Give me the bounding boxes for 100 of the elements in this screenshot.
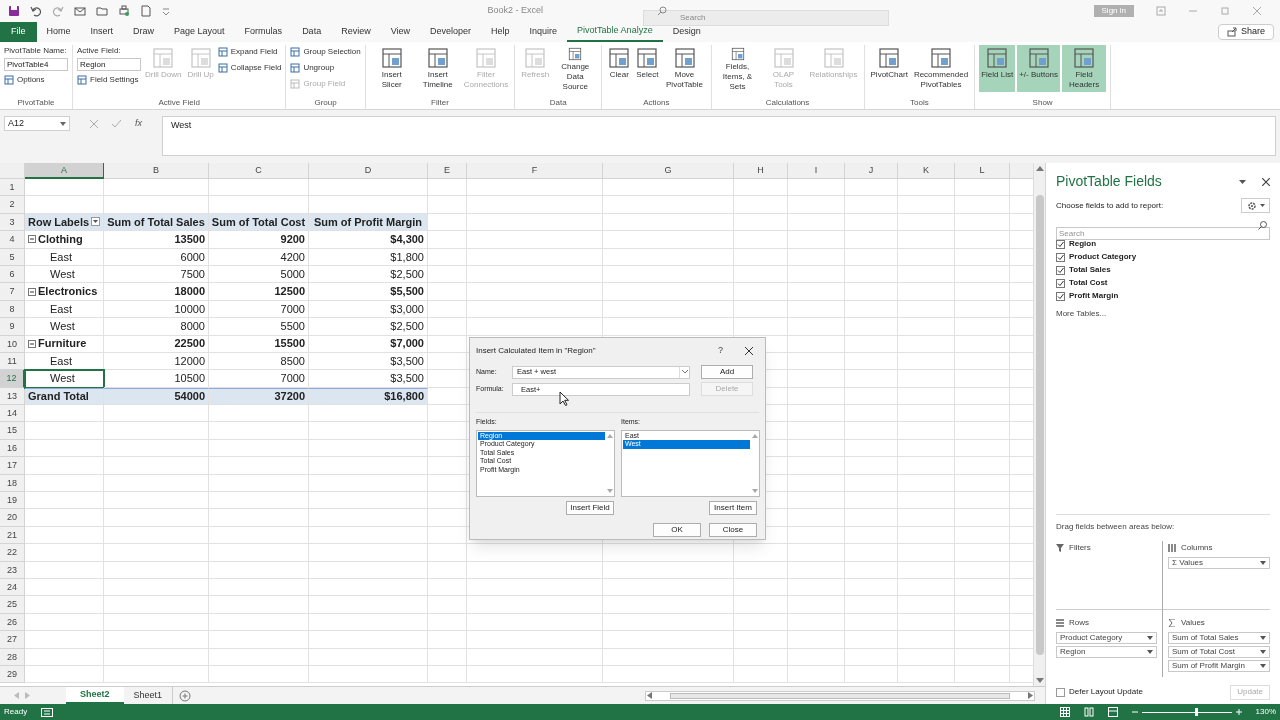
zoom-level[interactable]: 130% <box>1255 706 1276 718</box>
undo-icon[interactable] <box>30 5 42 17</box>
dialog-button[interactable]: Insert Item <box>709 500 757 515</box>
vertical-scrollbar[interactable] <box>1033 163 1045 686</box>
ribbon-tab[interactable]: File <box>0 22 37 42</box>
row-header[interactable]: 7 <box>0 283 25 301</box>
function-button[interactable]: fx <box>135 116 142 131</box>
document-icon[interactable] <box>140 5 152 17</box>
zoom-in-icon[interactable] <box>1235 708 1242 716</box>
name-box[interactable]: A12 <box>4 116 70 131</box>
column-header[interactable]: B <box>104 163 209 179</box>
printer-icon[interactable] <box>118 5 130 17</box>
input-field[interactable]: PivotTable4 <box>4 58 68 71</box>
collapse-icon[interactable] <box>28 339 36 348</box>
dialog-button[interactable]: Insert Field <box>566 500 614 515</box>
ribbon-button[interactable]: +/- Buttons <box>1017 45 1061 92</box>
ribbon-button[interactable]: Fields, Items, & Sets <box>715 45 760 92</box>
zoom-out-icon[interactable] <box>1131 708 1138 716</box>
column-header[interactable]: A <box>25 163 104 179</box>
ribbon-tab[interactable]: Developer <box>420 22 482 42</box>
search-field[interactable]: Search <box>643 9 889 26</box>
row-header[interactable]: 14 <box>0 405 25 423</box>
column-header[interactable]: H <box>734 163 788 179</box>
row-header[interactable]: 27 <box>0 631 25 649</box>
search-field[interactable]: Search <box>1056 227 1270 240</box>
cancel-icon[interactable] <box>90 119 98 128</box>
close-icon[interactable] <box>745 347 753 355</box>
caret-icon[interactable] <box>1239 179 1246 184</box>
horizontal-scrollbar[interactable] <box>645 690 1035 701</box>
ribbon-button[interactable]: Change Data Source <box>553 45 598 92</box>
row-header[interactable]: 20 <box>0 509 25 527</box>
ribbon-tab[interactable]: Review <box>331 22 381 42</box>
ribbon-button[interactable]: Ungroup <box>290 61 361 75</box>
zoom-slider[interactable] <box>1141 708 1232 716</box>
share-button[interactable]: Share <box>1217 24 1274 40</box>
page-layout-icon[interactable] <box>1083 707 1094 717</box>
ribbon-tab[interactable]: Page Layout <box>164 22 235 42</box>
input-field[interactable]: Region <box>77 58 141 71</box>
column-header[interactable]: L <box>955 163 1010 179</box>
customize-caret-icon[interactable] <box>162 5 170 17</box>
filter-dropdown-icon[interactable] <box>91 217 100 227</box>
check-icon[interactable] <box>112 119 121 128</box>
ribbon-tab[interactable]: Formulas <box>234 22 293 42</box>
ribbon-tab[interactable]: Inquire <box>519 22 568 42</box>
ribbon-tab[interactable]: View <box>380 22 420 42</box>
dialog-button[interactable]: OK <box>653 522 701 537</box>
area-field[interactable]: Sum of Total Sales <box>1168 632 1270 644</box>
scroll-thumb[interactable] <box>1035 194 1044 655</box>
scroll-up-icon[interactable] <box>1035 165 1044 171</box>
area-field[interactable]: Sum of Profit Margin <box>1168 660 1270 672</box>
scroll-down-icon[interactable] <box>751 488 758 493</box>
folder-icon[interactable] <box>96 5 108 17</box>
checkbox[interactable] <box>1056 687 1065 697</box>
help-button[interactable]: ? <box>718 344 723 358</box>
settings-button[interactable] <box>1241 198 1270 213</box>
macro-recording-icon[interactable] <box>41 707 54 717</box>
ribbon-button[interactable]: Group Selection <box>290 45 361 59</box>
row-header[interactable]: 4 <box>0 231 25 249</box>
ribbon-button[interactable]: Move PivotTable <box>662 45 707 92</box>
ribbon-button[interactable]: Select <box>634 45 661 92</box>
save-icon[interactable] <box>8 5 20 17</box>
ribbon-button[interactable]: Field Settings <box>77 73 141 87</box>
formula-field[interactable]: West <box>162 116 1276 156</box>
checkbox[interactable] <box>1056 239 1065 249</box>
scroll-right-icon[interactable] <box>1028 692 1033 699</box>
ribbon-tab[interactable]: Insert <box>80 22 124 42</box>
checkbox[interactable] <box>1056 291 1065 301</box>
dialog-button[interactable]: Close <box>709 522 757 537</box>
ribbon-button[interactable]: Insert Slicer <box>369 45 414 92</box>
normal-view-icon[interactable] <box>1059 707 1070 717</box>
ribbon-button[interactable]: Clear <box>606 45 633 92</box>
row-header[interactable]: 12 <box>0 370 25 388</box>
area-field[interactable]: Sum of Total Cost <box>1168 646 1270 658</box>
more-tables-link[interactable]: More Tables... <box>1056 308 1270 320</box>
column-header[interactable]: J <box>845 163 898 179</box>
slider-thumb[interactable] <box>1195 708 1199 716</box>
scroll-thumb[interactable] <box>670 692 1010 699</box>
row-header[interactable]: 2 <box>0 196 25 214</box>
row-header[interactable]: 22 <box>0 544 25 562</box>
checkbox[interactable] <box>1056 252 1065 262</box>
column-header[interactable]: I <box>788 163 845 179</box>
scroll-up-icon[interactable] <box>606 433 613 438</box>
column-header[interactable]: G <box>603 163 734 179</box>
column-header[interactable]: F <box>467 163 603 179</box>
add-sheet-icon[interactable] <box>179 689 192 702</box>
row-header[interactable]: 19 <box>0 492 25 510</box>
area-field[interactable]: Region <box>1056 646 1157 658</box>
ribbon-button[interactable]: Options <box>4 73 68 87</box>
collapse-icon[interactable] <box>28 235 36 244</box>
dialog-button[interactable]: Add <box>701 365 753 379</box>
ribbon-button[interactable]: Insert Timeline <box>415 45 460 92</box>
row-header[interactable]: 1 <box>0 179 25 197</box>
column-header[interactable]: K <box>898 163 955 179</box>
page-break-icon[interactable] <box>1107 707 1118 717</box>
ribbon-button[interactable]: Collapse Field <box>217 61 282 75</box>
scroll-down-icon[interactable] <box>1035 678 1044 684</box>
checkbox[interactable] <box>1056 278 1065 288</box>
close-icon[interactable] <box>1262 177 1270 186</box>
ribbon-button[interactable]: PivotChart <box>868 45 910 92</box>
column-header[interactable]: C <box>209 163 309 179</box>
